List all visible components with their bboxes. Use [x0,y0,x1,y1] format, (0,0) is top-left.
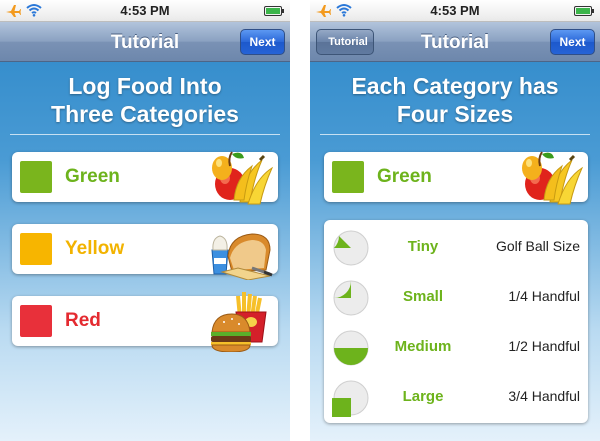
color-swatch-green [20,161,52,193]
portion-pie-icon [332,380,369,417]
category-label: Green [377,166,432,187]
size-name: Large [402,388,444,405]
color-swatch-green [332,161,364,193]
color-swatch-yellow [20,233,52,265]
heading-line-1: Each Category has [351,73,559,99]
size-description: Golf Ball Size [495,238,580,254]
category-label: Yellow [65,238,125,259]
category-card-red[interactable]: Red [12,292,278,352]
fast-food-icon [211,292,267,352]
size-row-large[interactable]: Large 3/4 Handful [324,373,588,423]
category-card-green[interactable]: Green [324,151,588,205]
portion-pie-icon [333,330,369,366]
navigation-bar: Tutorial Next [0,22,290,62]
status-time: 4:53 PM [430,3,480,18]
size-description: 1/4 Handful [508,288,580,304]
heading-line-1: Log Food Into [68,73,222,99]
next-button[interactable]: Next [240,29,285,55]
heading-line-2: Three Categories [51,101,239,127]
fruit-icon [522,151,584,205]
portion-pie-icon [333,280,369,316]
color-swatch-red [20,305,52,337]
divider [10,134,280,135]
next-button[interactable]: Next [550,29,595,55]
size-description: 3/4 Handful [508,388,580,404]
size-name: Small [402,288,444,305]
size-name: Tiny [407,238,439,255]
tutorial-screen-sizes: 4:53 PM Tutorial Tutorial Next Each Cate… [310,0,600,441]
heading-line-2: Four Sizes [396,101,514,127]
portion-pie-icon [333,230,369,266]
status-time: 4:53 PM [120,3,170,18]
battery-icon [574,6,594,16]
tutorial-screen-categories: 4:53 PM Tutorial Next Log Food Into Thre… [0,0,290,441]
size-row-medium[interactable]: Medium 1/2 Handful [324,323,588,373]
divider [320,134,590,135]
portion-fill [334,348,368,365]
portion-fill [332,398,351,417]
status-bar: 4:53 PM [310,0,600,22]
fruit-icon [212,151,274,205]
size-row-small[interactable]: Small 1/4 Handful [324,273,588,323]
size-description: 1/2 Handful [508,338,580,354]
status-bar: 4:53 PM [0,0,290,22]
dairy-bread-icon [211,233,273,280]
battery-icon [264,6,284,16]
category-card-yellow[interactable]: Yellow [12,224,278,280]
page-heading: Each Category has Four Sizes [310,72,600,128]
category-label: Red [65,310,101,331]
size-name: Medium [394,338,452,355]
size-list: Tiny Golf Ball Size Small 1/4 Handful Me… [324,220,588,423]
page-heading: Log Food Into Three Categories [0,72,290,128]
category-label: Green [65,166,120,187]
navigation-bar: Tutorial Tutorial Next [310,22,600,62]
size-row-tiny[interactable]: Tiny Golf Ball Size [324,223,588,273]
category-card-green[interactable]: Green [12,151,278,205]
